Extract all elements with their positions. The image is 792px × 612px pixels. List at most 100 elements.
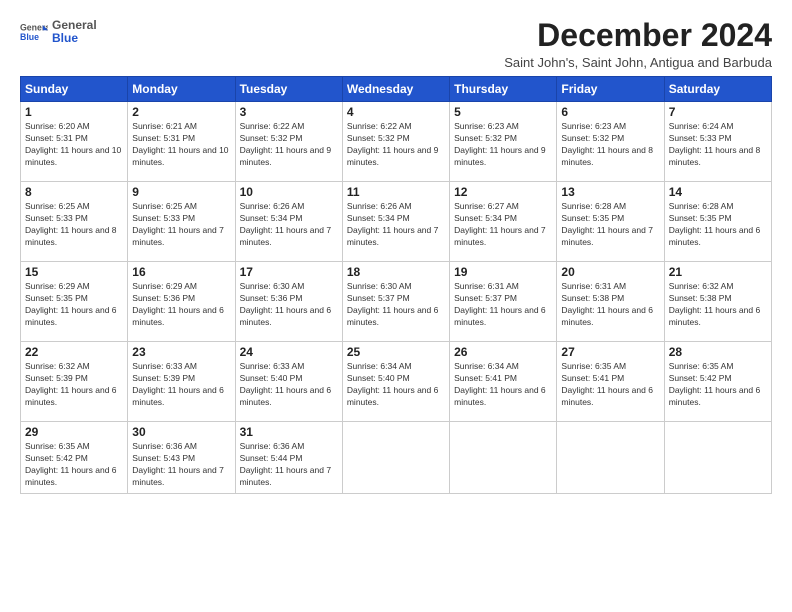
day-number: 3 <box>240 105 338 119</box>
calendar-table: SundayMondayTuesdayWednesdayThursdayFrid… <box>20 76 772 494</box>
day-cell: 3 Sunrise: 6:22 AM Sunset: 5:32 PM Dayli… <box>235 102 342 182</box>
day-cell <box>450 422 557 494</box>
day-cell: 1 Sunrise: 6:20 AM Sunset: 5:31 PM Dayli… <box>21 102 128 182</box>
day-number: 8 <box>25 185 123 199</box>
day-cell: 23 Sunrise: 6:33 AM Sunset: 5:39 PM Dayl… <box>128 342 235 422</box>
day-info: Sunrise: 6:34 AM Sunset: 5:40 PM Dayligh… <box>347 361 445 409</box>
day-number: 10 <box>240 185 338 199</box>
header-cell-saturday: Saturday <box>664 77 771 102</box>
day-number: 21 <box>669 265 767 279</box>
day-info: Sunrise: 6:25 AM Sunset: 5:33 PM Dayligh… <box>25 201 123 249</box>
day-cell: 10 Sunrise: 6:26 AM Sunset: 5:34 PM Dayl… <box>235 182 342 262</box>
day-info: Sunrise: 6:30 AM Sunset: 5:36 PM Dayligh… <box>240 281 338 329</box>
week-row-2: 8 Sunrise: 6:25 AM Sunset: 5:33 PM Dayli… <box>21 182 772 262</box>
day-number: 25 <box>347 345 445 359</box>
day-info: Sunrise: 6:26 AM Sunset: 5:34 PM Dayligh… <box>347 201 445 249</box>
day-cell <box>342 422 449 494</box>
day-number: 11 <box>347 185 445 199</box>
day-number: 18 <box>347 265 445 279</box>
day-number: 15 <box>25 265 123 279</box>
day-number: 5 <box>454 105 552 119</box>
day-number: 6 <box>561 105 659 119</box>
location-subtitle: Saint John's, Saint John, Antigua and Ba… <box>504 55 772 70</box>
day-info: Sunrise: 6:26 AM Sunset: 5:34 PM Dayligh… <box>240 201 338 249</box>
day-number: 17 <box>240 265 338 279</box>
day-info: Sunrise: 6:32 AM Sunset: 5:38 PM Dayligh… <box>669 281 767 329</box>
day-cell: 25 Sunrise: 6:34 AM Sunset: 5:40 PM Dayl… <box>342 342 449 422</box>
day-number: 23 <box>132 345 230 359</box>
day-info: Sunrise: 6:23 AM Sunset: 5:32 PM Dayligh… <box>561 121 659 169</box>
day-cell: 9 Sunrise: 6:25 AM Sunset: 5:33 PM Dayli… <box>128 182 235 262</box>
day-number: 13 <box>561 185 659 199</box>
header: General Blue General Blue December 2024 … <box>20 18 772 70</box>
header-cell-monday: Monday <box>128 77 235 102</box>
day-cell: 31 Sunrise: 6:36 AM Sunset: 5:44 PM Dayl… <box>235 422 342 494</box>
day-number: 4 <box>347 105 445 119</box>
day-info: Sunrise: 6:32 AM Sunset: 5:39 PM Dayligh… <box>25 361 123 409</box>
day-info: Sunrise: 6:35 AM Sunset: 5:42 PM Dayligh… <box>669 361 767 409</box>
day-number: 31 <box>240 425 338 439</box>
day-cell: 18 Sunrise: 6:30 AM Sunset: 5:37 PM Dayl… <box>342 262 449 342</box>
day-cell: 15 Sunrise: 6:29 AM Sunset: 5:35 PM Dayl… <box>21 262 128 342</box>
day-cell: 22 Sunrise: 6:32 AM Sunset: 5:39 PM Dayl… <box>21 342 128 422</box>
day-info: Sunrise: 6:36 AM Sunset: 5:44 PM Dayligh… <box>240 441 338 489</box>
day-info: Sunrise: 6:31 AM Sunset: 5:38 PM Dayligh… <box>561 281 659 329</box>
day-info: Sunrise: 6:21 AM Sunset: 5:31 PM Dayligh… <box>132 121 230 169</box>
day-info: Sunrise: 6:23 AM Sunset: 5:32 PM Dayligh… <box>454 121 552 169</box>
day-info: Sunrise: 6:33 AM Sunset: 5:40 PM Dayligh… <box>240 361 338 409</box>
day-number: 24 <box>240 345 338 359</box>
day-cell: 2 Sunrise: 6:21 AM Sunset: 5:31 PM Dayli… <box>128 102 235 182</box>
day-info: Sunrise: 6:24 AM Sunset: 5:33 PM Dayligh… <box>669 121 767 169</box>
day-number: 28 <box>669 345 767 359</box>
logo: General Blue General Blue <box>20 18 97 46</box>
svg-text:Blue: Blue <box>20 32 39 42</box>
header-cell-sunday: Sunday <box>21 77 128 102</box>
day-info: Sunrise: 6:33 AM Sunset: 5:39 PM Dayligh… <box>132 361 230 409</box>
header-cell-thursday: Thursday <box>450 77 557 102</box>
day-number: 19 <box>454 265 552 279</box>
day-info: Sunrise: 6:25 AM Sunset: 5:33 PM Dayligh… <box>132 201 230 249</box>
day-cell: 24 Sunrise: 6:33 AM Sunset: 5:40 PM Dayl… <box>235 342 342 422</box>
day-info: Sunrise: 6:27 AM Sunset: 5:34 PM Dayligh… <box>454 201 552 249</box>
day-info: Sunrise: 6:35 AM Sunset: 5:41 PM Dayligh… <box>561 361 659 409</box>
day-number: 30 <box>132 425 230 439</box>
day-info: Sunrise: 6:36 AM Sunset: 5:43 PM Dayligh… <box>132 441 230 489</box>
logo-icon: General Blue <box>20 18 48 46</box>
day-cell: 26 Sunrise: 6:34 AM Sunset: 5:41 PM Dayl… <box>450 342 557 422</box>
day-number: 14 <box>669 185 767 199</box>
day-number: 27 <box>561 345 659 359</box>
day-cell: 6 Sunrise: 6:23 AM Sunset: 5:32 PM Dayli… <box>557 102 664 182</box>
day-info: Sunrise: 6:31 AM Sunset: 5:37 PM Dayligh… <box>454 281 552 329</box>
day-cell: 5 Sunrise: 6:23 AM Sunset: 5:32 PM Dayli… <box>450 102 557 182</box>
week-row-5: 29 Sunrise: 6:35 AM Sunset: 5:42 PM Dayl… <box>21 422 772 494</box>
day-cell: 14 Sunrise: 6:28 AM Sunset: 5:35 PM Dayl… <box>664 182 771 262</box>
day-cell: 17 Sunrise: 6:30 AM Sunset: 5:36 PM Dayl… <box>235 262 342 342</box>
day-cell: 8 Sunrise: 6:25 AM Sunset: 5:33 PM Dayli… <box>21 182 128 262</box>
month-title: December 2024 <box>504 18 772 53</box>
day-cell: 30 Sunrise: 6:36 AM Sunset: 5:43 PM Dayl… <box>128 422 235 494</box>
day-number: 12 <box>454 185 552 199</box>
day-info: Sunrise: 6:22 AM Sunset: 5:32 PM Dayligh… <box>347 121 445 169</box>
week-row-4: 22 Sunrise: 6:32 AM Sunset: 5:39 PM Dayl… <box>21 342 772 422</box>
day-number: 9 <box>132 185 230 199</box>
day-info: Sunrise: 6:30 AM Sunset: 5:37 PM Dayligh… <box>347 281 445 329</box>
day-number: 7 <box>669 105 767 119</box>
day-cell: 28 Sunrise: 6:35 AM Sunset: 5:42 PM Dayl… <box>664 342 771 422</box>
day-number: 16 <box>132 265 230 279</box>
week-row-1: 1 Sunrise: 6:20 AM Sunset: 5:31 PM Dayli… <box>21 102 772 182</box>
day-cell <box>557 422 664 494</box>
day-info: Sunrise: 6:20 AM Sunset: 5:31 PM Dayligh… <box>25 121 123 169</box>
day-number: 29 <box>25 425 123 439</box>
day-info: Sunrise: 6:35 AM Sunset: 5:42 PM Dayligh… <box>25 441 123 489</box>
title-block: December 2024 Saint John's, Saint John, … <box>504 18 772 70</box>
week-row-3: 15 Sunrise: 6:29 AM Sunset: 5:35 PM Dayl… <box>21 262 772 342</box>
header-cell-friday: Friday <box>557 77 664 102</box>
header-cell-wednesday: Wednesday <box>342 77 449 102</box>
day-number: 20 <box>561 265 659 279</box>
day-cell <box>664 422 771 494</box>
day-cell: 19 Sunrise: 6:31 AM Sunset: 5:37 PM Dayl… <box>450 262 557 342</box>
page: General Blue General Blue December 2024 … <box>0 0 792 612</box>
day-cell: 29 Sunrise: 6:35 AM Sunset: 5:42 PM Dayl… <box>21 422 128 494</box>
day-number: 1 <box>25 105 123 119</box>
day-cell: 21 Sunrise: 6:32 AM Sunset: 5:38 PM Dayl… <box>664 262 771 342</box>
